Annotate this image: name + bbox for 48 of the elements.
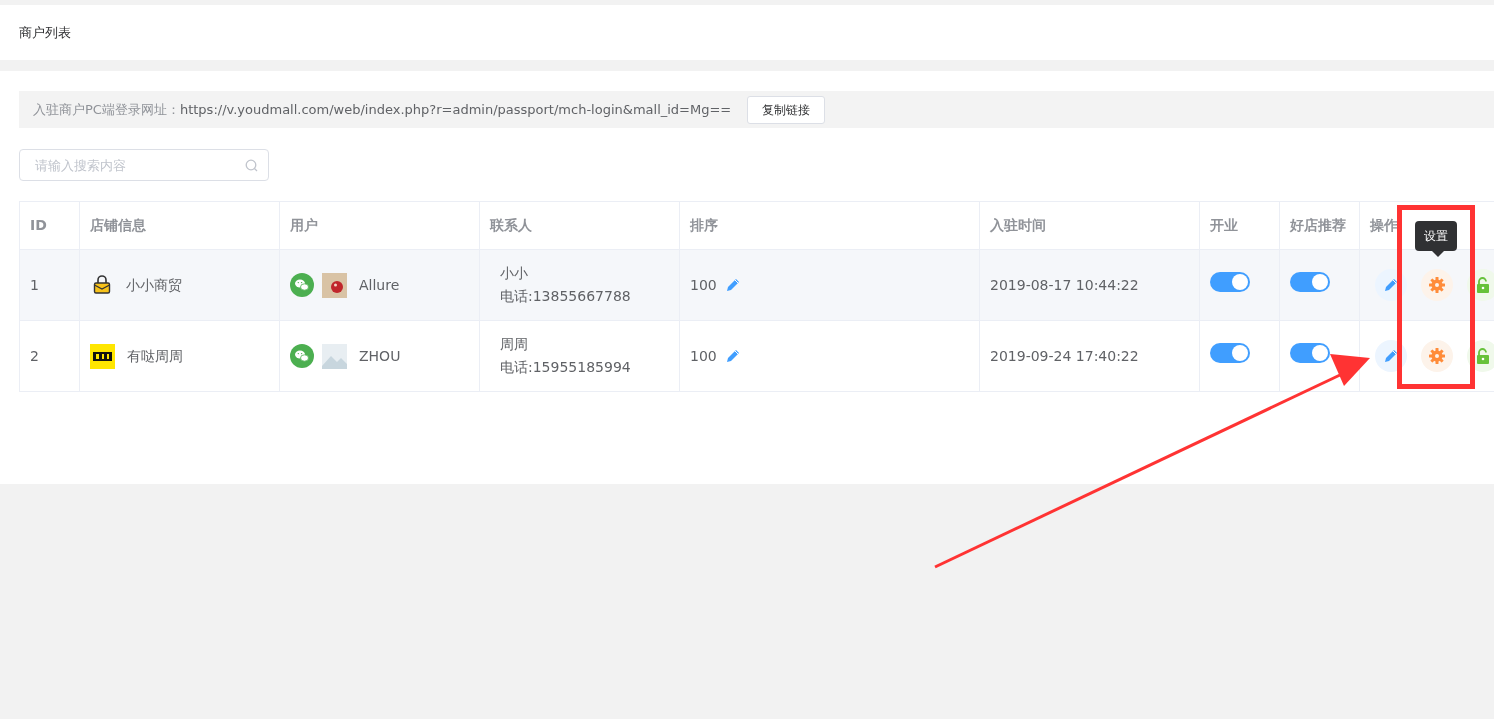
column-header: 用户: [279, 201, 480, 250]
table-cell: 2019-08-17 10:44:22: [979, 249, 1200, 321]
contact-name: 小小: [500, 264, 528, 283]
store-logo-icon: [90, 343, 115, 369]
column-header: 店铺信息: [79, 201, 280, 250]
column-header: 开业: [1199, 201, 1280, 250]
pencil-icon: [1383, 277, 1399, 293]
unlock-icon: [1476, 348, 1490, 364]
table-cell: 2019-09-24 17:40:22: [979, 320, 1200, 392]
store-name: 小小商贸: [126, 275, 182, 295]
column-header: ID: [19, 201, 80, 250]
pencil-icon: [1383, 348, 1399, 364]
toggle-switch[interactable]: [1210, 272, 1250, 292]
sort-value: 100: [690, 275, 717, 295]
column-header: 排序: [679, 201, 980, 250]
search-field[interactable]: 请输入搜索内容: [19, 149, 269, 181]
unlock-icon: [1476, 277, 1490, 293]
table-cell: 2: [19, 320, 80, 392]
edit-sort-icon[interactable]: [724, 348, 741, 364]
user-name: ZHOU: [359, 346, 401, 366]
search-icon: [245, 159, 258, 172]
wechat-icon: [290, 344, 314, 368]
toggle-switch[interactable]: [1290, 272, 1330, 292]
tooltip-arrow: [1432, 251, 1444, 257]
column-header: 好店推荐: [1279, 201, 1360, 250]
gear-icon: [1428, 347, 1446, 365]
gear-icon: [1428, 276, 1446, 294]
contact-phone: 电话:13855667788: [500, 287, 631, 306]
page-title: 商户列表: [19, 23, 71, 42]
user-name: Allure: [359, 275, 400, 295]
table-cell: 1: [19, 249, 80, 321]
sort-value: 100: [690, 346, 717, 366]
settings-button[interactable]: [1421, 340, 1453, 372]
edit-sort-icon[interactable]: [724, 277, 741, 293]
contact-name: 周周: [500, 335, 528, 354]
contact-phone: 电话:15955185994: [500, 358, 631, 377]
store-name: 有哒周周: [127, 346, 183, 366]
avatar-image: [322, 343, 347, 369]
tooltip: 设置: [1415, 221, 1457, 251]
column-header: 联系人: [479, 201, 680, 250]
column-header: 入驻时间: [979, 201, 1200, 250]
toggle-switch[interactable]: [1210, 343, 1250, 363]
wechat-icon: [290, 273, 314, 297]
login-url-text: 入驻商户PC端登录网址：https://v.youdmall.com/web/index.php?r=admin/passport/mch-login&mall_id=Mg==: [33, 100, 732, 119]
avatar-photo: [322, 272, 347, 298]
copy-link-button[interactable]: 复制链接: [747, 95, 826, 124]
settings-button[interactable]: [1421, 269, 1453, 301]
toggle-switch[interactable]: [1290, 343, 1330, 363]
